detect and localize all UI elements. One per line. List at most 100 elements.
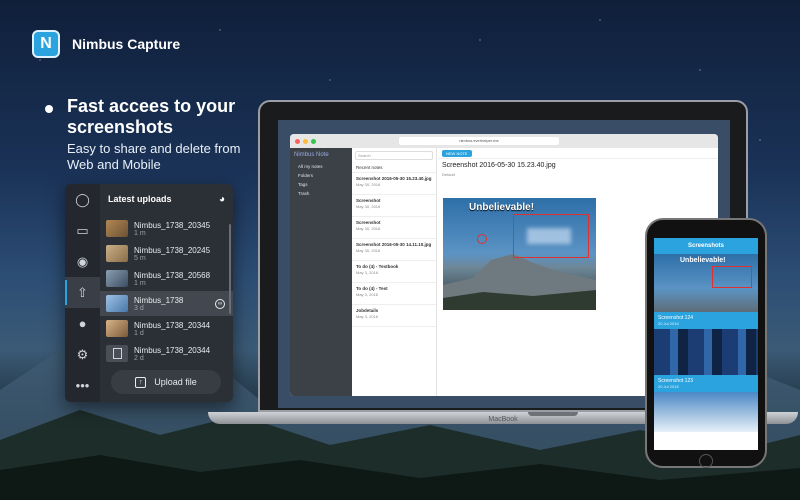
camera-icon[interactable]: ◯ [65,184,100,215]
upload-icon: ↑ [135,376,147,388]
item-name: Nimbus_1738 [134,295,184,305]
note-item[interactable]: Screenshot May 30, 2016 [352,195,436,217]
item-name: Nimbus_1738_20344 [134,345,211,355]
thumbnail [106,245,128,262]
app-logo: Nimbus Note [294,152,329,158]
panel-rail: ◯ ▭ ◉ ⇧ ● ⚙ ••• [65,184,100,402]
item-age: 5 m [134,254,146,262]
phone-annotation-text: Unbelievable! [680,257,726,264]
editor-toolbar: NEW NOTE [438,148,718,159]
note-name: Screenshot 2016-05-30 14.11.10.jpg [356,242,432,247]
phone-annotation-rectangle [712,266,752,288]
search-input[interactable]: Search [355,151,433,160]
phone-screenshot-image: Unbelievable! [654,254,758,312]
more-icon[interactable]: ••• [65,370,100,401]
annotation-circle [477,234,487,244]
uploads-panel: ◯ ▭ ◉ ⇧ ● ⚙ ••• Latest uploads ◕ Nimbus_… [65,184,233,402]
note-name: Screenshot [356,198,381,203]
item-age: 2 d [134,354,144,362]
bullet-icon [45,105,53,113]
note-item[interactable]: Screenshot May 30, 2016 [352,217,436,239]
brand-name: Nimbus Capture [72,36,181,52]
upload-file-label: Upload file [154,377,197,387]
browser-chrome: nimbus.everhelper.me [290,134,718,148]
scrollbar[interactable] [229,224,231,314]
note-name: To do (4) - Test [356,286,388,291]
panel-title: Latest uploads [108,194,172,204]
thumbnail [106,295,128,312]
note-date: May 3, 2016 [356,270,379,275]
upload-file-button[interactable]: ↑ Upload file [111,370,221,394]
phone-image-stained-glass [654,329,758,375]
list-item[interactable]: Nimbus_1738_20345 1 m [100,216,233,241]
doc-title[interactable]: Screenshot 2016-05-30 15.23.40.jpg [438,159,718,172]
sidebar-item-tags[interactable]: Tags [298,182,348,187]
item-age: 1 m [134,229,146,237]
close-dot-icon[interactable] [295,138,300,144]
annotation-text: Unbelievable! [469,202,535,213]
thumbnail [106,220,128,237]
note-date: May 30, 2016 [356,248,381,253]
note-name: Screenshot 2016-05-30 15.23.40.jpg [356,176,432,181]
doc-folder[interactable]: Default [438,172,718,177]
note-item[interactable]: Jobdetails May 3, 2016 [352,305,436,327]
thumbnail [106,320,128,337]
item-name: Nimbus_1738_20345 [134,220,211,230]
sidebar-item-all-notes[interactable]: All my notes [298,164,348,169]
note-item[interactable]: Screenshot 2016-05-30 15.23.40.jpg May 30… [352,173,436,195]
document-icon [106,345,128,362]
maximize-dot-icon[interactable] [311,138,316,144]
thumbnail [106,270,128,287]
notes-title: Recent notes [352,163,436,173]
note-item[interactable]: Screenshot 2016-05-30 14.11.10.jpg May 30… [352,239,436,261]
palette-icon[interactable]: ◉ [65,246,100,277]
phone-card[interactable]: Screenshot 124 20 Jul 2016 [654,312,758,329]
new-note-button[interactable]: NEW NOTE [442,149,472,157]
item-age: 3 d [134,304,144,312]
stamp-icon[interactable]: ● [65,308,100,339]
note-item[interactable]: To do (4) - Textbook May 3, 2016 [352,261,436,283]
item-age: 1 d [134,329,144,337]
minimize-dot-icon[interactable] [303,138,308,144]
item-age: 1 m [134,279,146,287]
note-date: May 30, 2016 [356,226,381,231]
blurred-region [527,228,571,244]
phone-header[interactable]: Screenshots [654,238,758,254]
list-item[interactable]: Nimbus_1738_20344 2 d [100,341,233,366]
sidebar-item-trash[interactable]: Trash [298,191,348,196]
uploads-list: Nimbus_1738_20345 1 m Nimbus_1738_20245 5 … [100,216,233,366]
upload-icon[interactable]: ⇧ [65,277,100,308]
note-name: Screenshot [356,220,381,225]
note-name: To do (4) - Textbook [356,264,399,269]
sidebar-item-folders[interactable]: Folders [298,173,348,178]
list-item[interactable]: Nimbus_1738_20568 1 m [100,266,233,291]
note-item[interactable]: To do (4) - Test May 3, 2016 [352,283,436,305]
item-name: Nimbus_1738_20344 [134,320,211,330]
subline: Easy to share and delete from Web and Mo… [67,141,241,172]
item-name: Nimbus_1738_20245 [134,245,211,255]
phone-card-date: 20 Jul 2016 [658,384,679,389]
notes-list: Search Recent notes Screenshot 2016-05-3… [352,148,437,396]
phone-image-sky [654,392,758,432]
item-name: Nimbus_1738_20568 [134,270,211,280]
list-item[interactable]: Nimbus_1738_20344 1 d [100,316,233,341]
phone-card[interactable]: Screenshot 123 20 Jul 2016 [654,375,758,392]
note-date: May 3, 2016 [356,292,379,297]
home-button[interactable] [699,454,713,468]
panel-header: Latest uploads ◕ [100,184,233,214]
headline: Fast accees to your screenshots [67,96,236,137]
phone-mockup: Screenshots Unbelievable! Screenshot 124… [645,218,767,468]
app-sidebar: Nimbus Note All my notes Folders Tags Tr… [290,148,352,396]
screenshot-image: Unbelievable! [443,198,596,310]
url-bar[interactable]: nimbus.everhelper.me [399,137,559,145]
settings-icon[interactable]: ⚙ [65,339,100,370]
brand: N Nimbus Capture [32,30,180,58]
video-icon[interactable]: ▭ [65,215,100,246]
share-link-icon[interactable]: ∞ [215,298,225,309]
pie-chart-icon[interactable]: ◕ [219,194,225,205]
phone-screen: Screenshots Unbelievable! Screenshot 124… [654,238,758,450]
note-name: Jobdetails [356,308,379,313]
note-date: May 3, 2016 [356,314,379,319]
list-item-selected[interactable]: Nimbus_1738 3 d ∞ [100,291,233,316]
list-item[interactable]: Nimbus_1738_20245 5 m [100,241,233,266]
